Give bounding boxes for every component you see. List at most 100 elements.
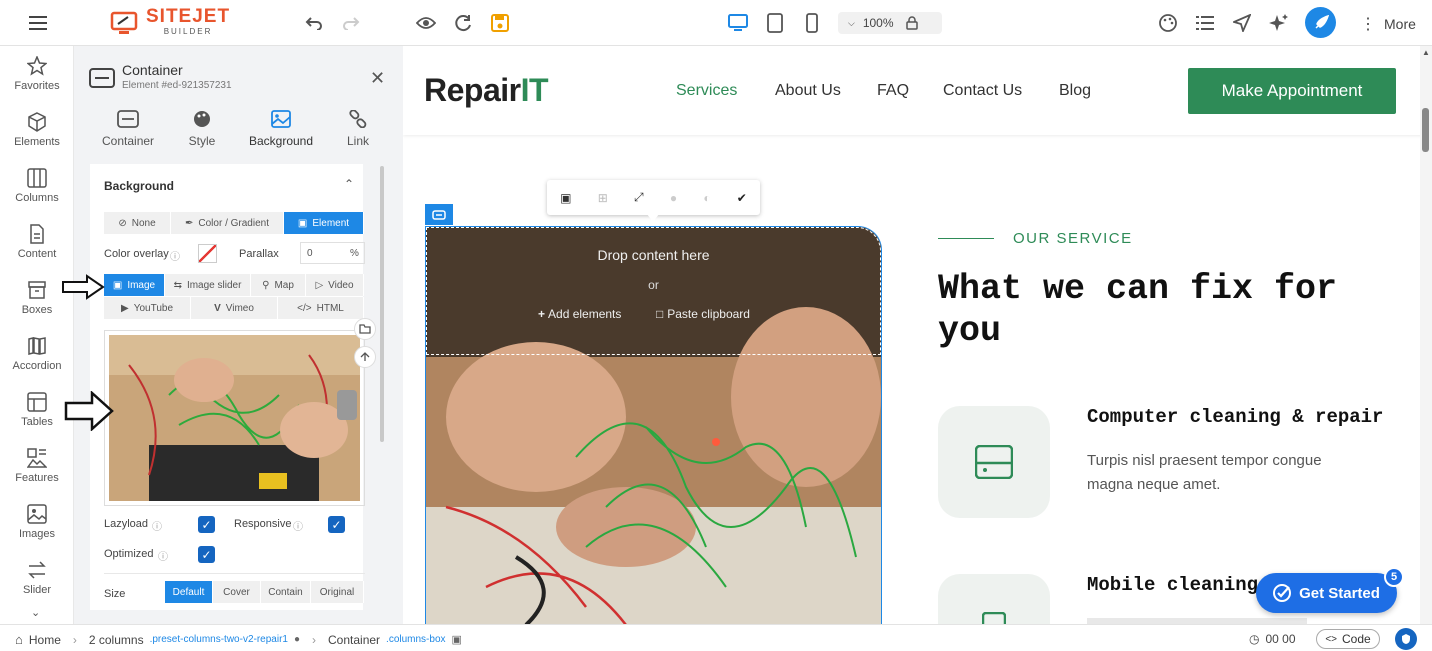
image-icon[interactable]: ▣ xyxy=(560,191,571,205)
sidebar-item-accordion[interactable]: Accordion xyxy=(0,336,74,372)
type-video-button[interactable]: ▷ Video xyxy=(306,274,364,296)
type-map-button[interactable]: ⚲ Map xyxy=(251,274,306,296)
sidebar-item-images[interactable]: Images xyxy=(0,504,74,540)
sidebar-label: Boxes xyxy=(21,304,53,316)
refresh-icon[interactable] xyxy=(448,8,478,38)
logo-text: SITEJET xyxy=(146,6,231,27)
undo-icon[interactable] xyxy=(299,8,329,38)
type-html-button[interactable]: </> HTML xyxy=(278,297,364,319)
ai-sparkle-icon[interactable] xyxy=(1264,8,1294,38)
sidebar-item-features[interactable]: Features xyxy=(0,448,74,484)
optimized-label: Optimized xyxy=(104,548,154,560)
mobile-view-icon[interactable] xyxy=(797,8,827,38)
scroll-up-icon[interactable]: ▲ xyxy=(1422,48,1430,57)
check-icon[interactable]: ✔ xyxy=(737,191,747,205)
chevron-up-icon[interactable]: ⌃ xyxy=(344,177,354,191)
sidebar-item-tables[interactable]: Tables xyxy=(0,392,74,428)
nav-about-us[interactable]: About Us xyxy=(775,82,841,100)
paste-clipboard-button[interactable]: □ Paste clipboard xyxy=(656,307,750,321)
size-cover-button[interactable]: Cover xyxy=(213,581,261,603)
preview-eye-icon[interactable] xyxy=(411,8,441,38)
shield-icon[interactable] xyxy=(1395,628,1417,650)
expand-icon[interactable]: ⤢ xyxy=(634,190,644,205)
type-vimeo-button[interactable]: V Vimeo xyxy=(191,297,278,319)
nav-services[interactable]: Services xyxy=(676,82,737,100)
size-default-button[interactable]: Default xyxy=(165,581,213,603)
background-image-preview[interactable] xyxy=(104,330,365,506)
lazyload-checkbox[interactable]: ✓ xyxy=(198,516,215,533)
mode-element-button[interactable]: ▣ Element xyxy=(284,212,364,234)
add-elements-button[interactable]: + Add elements xyxy=(538,307,621,321)
type-image-slider-button[interactable]: ⇆ Image slider xyxy=(165,274,251,296)
type-youtube-button[interactable]: ▶ YouTube xyxy=(104,297,191,319)
code-button[interactable]: <> Code xyxy=(1316,629,1380,649)
responsive-checkbox[interactable]: ✓ xyxy=(328,516,345,533)
canvas-scrollbar-thumb[interactable] xyxy=(1422,108,1429,152)
image-icon xyxy=(27,504,47,524)
help-icon[interactable]: ⓘ xyxy=(170,248,180,263)
folder-icon[interactable] xyxy=(354,318,376,340)
sidebar-item-columns[interactable]: Columns xyxy=(0,168,74,204)
close-icon[interactable]: ✕ xyxy=(370,68,385,89)
help-icon[interactable]: ⓘ xyxy=(293,518,303,533)
tab-container[interactable]: Container xyxy=(102,110,154,148)
sidebar-item-slider[interactable]: Slider xyxy=(0,560,74,596)
mode-label: Element xyxy=(312,217,350,229)
brand-main: Repair xyxy=(424,72,521,108)
parallax-input[interactable]: 0 % xyxy=(300,242,365,264)
mode-color-gradient-button[interactable]: ✒ Color / Gradient xyxy=(171,212,284,234)
container-handle-icon[interactable] xyxy=(425,204,453,225)
tab-background[interactable]: Background xyxy=(246,110,316,148)
help-icon[interactable]: ⓘ xyxy=(152,518,162,533)
breadcrumb-2-columns[interactable]: 2 columns xyxy=(89,633,144,647)
save-icon[interactable] xyxy=(485,8,515,38)
nav-contact-us[interactable]: Contact Us xyxy=(943,82,1022,100)
desktop-view-icon[interactable] xyxy=(723,8,753,38)
crop-icon[interactable]: ⊞ xyxy=(598,191,608,205)
type-image-button[interactable]: ▣ Image xyxy=(104,274,165,296)
mode-label: None xyxy=(131,217,156,229)
selected-container[interactable]: Drop content here or + Add elements □ Past… xyxy=(425,226,882,624)
help-icon[interactable]: ⓘ xyxy=(158,548,168,563)
breadcrumb-container[interactable]: Container xyxy=(328,633,380,647)
color-overlay-swatch[interactable] xyxy=(198,244,217,263)
palette-icon[interactable] xyxy=(1153,8,1183,38)
panel-scrollbar[interactable] xyxy=(380,166,384,442)
sidebar-label: Accordion xyxy=(12,360,62,372)
sidebar-item-content[interactable]: Content xyxy=(0,224,74,260)
upload-icon[interactable] xyxy=(354,346,376,368)
site-logo[interactable]: RepairIT xyxy=(424,72,549,109)
list-icon[interactable] xyxy=(1190,8,1220,38)
tab-label: Background xyxy=(248,134,314,148)
nav-blog[interactable]: Blog xyxy=(1059,82,1091,100)
size-original-button[interactable]: Original xyxy=(311,581,364,603)
get-started-button[interactable]: Get Started xyxy=(1256,573,1397,613)
chevron-down-icon[interactable]: ⌄ xyxy=(31,606,40,619)
navigate-icon[interactable] xyxy=(1227,8,1257,38)
sidebar-item-elements[interactable]: Elements xyxy=(0,112,74,148)
tablet-view-icon[interactable] xyxy=(760,8,790,38)
image-icon: ▣ xyxy=(112,279,123,291)
zoom-select[interactable]: ⌵ 100% xyxy=(838,12,942,34)
tab-style[interactable]: Style xyxy=(180,110,224,148)
size-contain-button[interactable]: Contain xyxy=(261,581,311,603)
type-label: Image slider xyxy=(186,279,242,291)
tab-link[interactable]: Link xyxy=(342,110,374,148)
optimized-checkbox[interactable]: ✓ xyxy=(198,546,215,563)
size-label: Size xyxy=(104,588,126,600)
publish-rocket-icon[interactable] xyxy=(1305,7,1336,38)
mode-none-button[interactable]: ⊘ None xyxy=(104,212,171,234)
sidebar-item-favorites[interactable]: Favorites xyxy=(0,56,74,92)
hamburger-menu-icon[interactable] xyxy=(23,8,53,38)
contrast-icon[interactable]: ◐ xyxy=(703,191,710,205)
section-heading: What we can fix for you xyxy=(938,269,1338,351)
breadcrumb-home[interactable]: Home xyxy=(29,633,61,647)
more-menu[interactable]: ⋮ More xyxy=(1360,14,1416,34)
features-icon xyxy=(27,448,47,468)
nav-faq[interactable]: FAQ xyxy=(877,82,909,100)
make-appointment-button[interactable]: Make Appointment xyxy=(1188,68,1396,114)
drop-icon[interactable]: ● xyxy=(670,191,677,205)
video-icon: ▷ xyxy=(315,279,324,291)
redo-icon[interactable] xyxy=(336,8,366,38)
document-icon xyxy=(30,224,44,244)
